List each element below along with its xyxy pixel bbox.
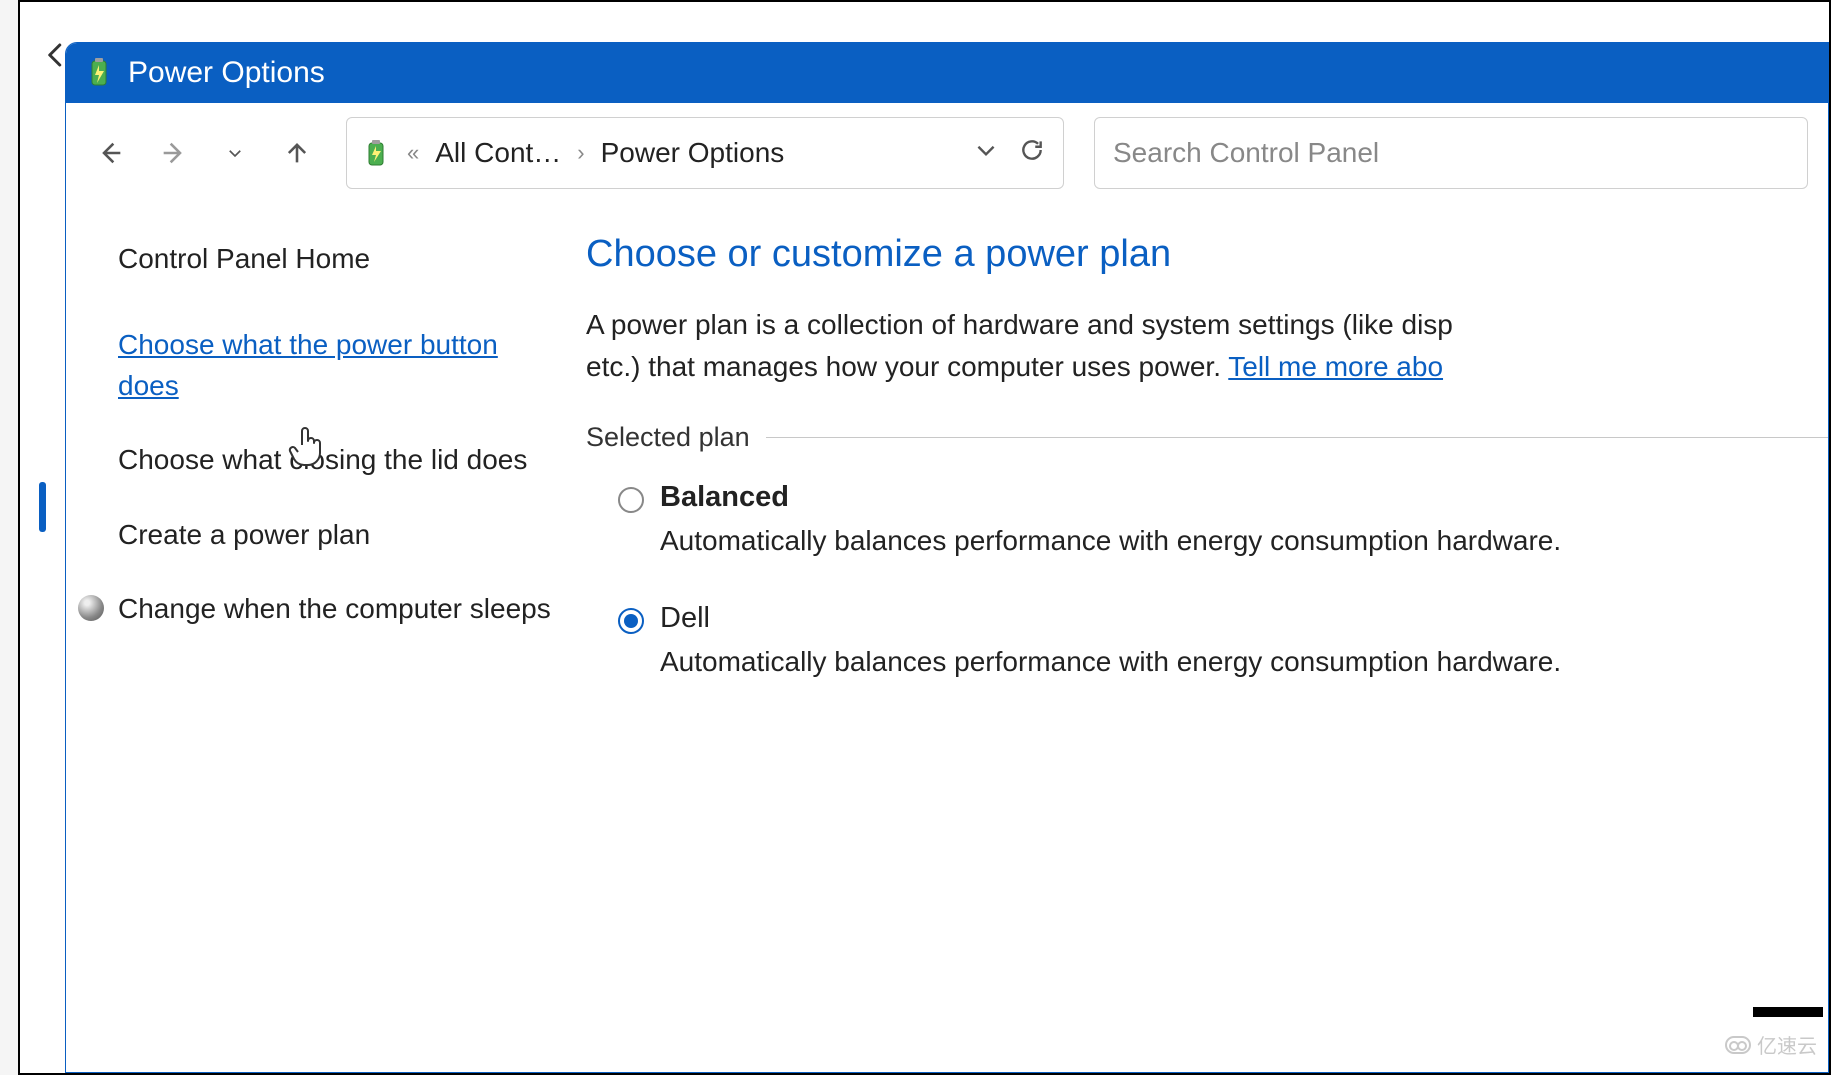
sidebar: Control Panel Home Choose what the power…: [66, 213, 586, 1072]
control-panel-home-link[interactable]: Control Panel Home: [118, 243, 566, 275]
plan-name-balanced[interactable]: Balanced: [660, 481, 1828, 514]
black-bar: [1753, 1007, 1823, 1017]
selected-plan-section: Selected plan: [586, 422, 1828, 453]
tell-me-more-link[interactable]: Tell me more abo: [1228, 351, 1443, 382]
side-accent: [39, 482, 46, 532]
link-closing-lid-does[interactable]: Choose what closing the lid does: [118, 440, 566, 481]
plan-dell: Dell Automatically balances performance …: [586, 602, 1828, 683]
search-input[interactable]: [1113, 137, 1789, 169]
breadcrumb-overflow-icon[interactable]: «: [403, 140, 423, 166]
plan-desc-balanced: Automatically balances performance with …: [660, 520, 1828, 562]
link-computer-sleeps[interactable]: Change when the computer sleeps: [118, 589, 551, 630]
page-heading: Choose or customize a power plan: [586, 233, 1828, 276]
radio-dell[interactable]: [618, 608, 644, 634]
refresh-button[interactable]: [1019, 137, 1045, 170]
content-body: Control Panel Home Choose what the power…: [66, 203, 1828, 1072]
page-description: A power plan is a collection of hardware…: [586, 304, 1828, 388]
main-content: Choose or customize a power plan A power…: [586, 213, 1828, 1072]
search-box[interactable]: [1094, 117, 1808, 189]
history-dropdown[interactable]: [210, 128, 260, 178]
breadcrumb-current[interactable]: Power Options: [601, 137, 785, 169]
outer-frame: Power Options: [18, 0, 1831, 1075]
titlebar: Power Options: [66, 43, 1828, 103]
address-bar[interactable]: « All Cont… › Power Options: [346, 117, 1064, 189]
selected-plan-label: Selected plan: [586, 422, 750, 453]
breadcrumb-separator-icon: ›: [573, 140, 588, 166]
back-button[interactable]: [86, 128, 136, 178]
plan-desc-dell: Automatically balances performance with …: [660, 641, 1828, 683]
sleep-icon: [78, 595, 104, 621]
section-divider: [766, 437, 1828, 438]
toolbar: « All Cont… › Power Options: [66, 103, 1828, 203]
power-options-icon: [84, 57, 114, 89]
control-panel-window: Power Options: [65, 42, 1829, 1073]
link-power-button-does[interactable]: Choose what the power button does: [118, 325, 566, 406]
plan-balanced: Balanced Automatically balances performa…: [586, 481, 1828, 562]
watermark-icon: [1725, 1036, 1751, 1054]
radio-balanced[interactable]: [618, 487, 644, 513]
window-title: Power Options: [128, 56, 325, 90]
address-history-dropdown[interactable]: [973, 137, 999, 170]
watermark-text: 亿速云: [1757, 1030, 1817, 1059]
plan-name-dell[interactable]: Dell: [660, 602, 1828, 635]
address-bar-icon: [361, 138, 391, 168]
forward-button[interactable]: [148, 128, 198, 178]
host-back-arrow[interactable]: [41, 32, 71, 72]
up-button[interactable]: [272, 128, 322, 178]
breadcrumb-root[interactable]: All Cont…: [435, 137, 561, 169]
watermark: 亿速云: [1725, 1030, 1817, 1059]
link-create-power-plan[interactable]: Create a power plan: [118, 515, 566, 556]
